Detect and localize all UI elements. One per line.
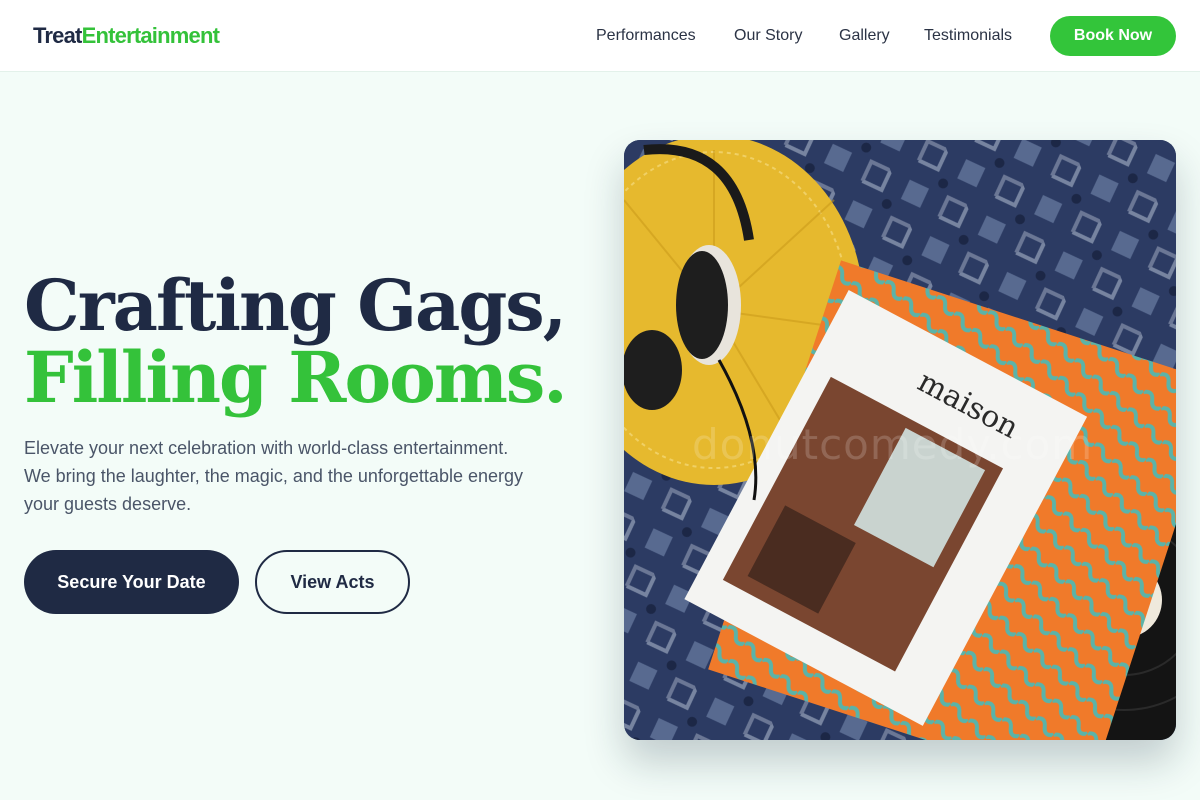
hero-title-line1: Crafting Gags,: [24, 264, 567, 347]
hero-image: maison donutcomedy.com: [624, 140, 1176, 740]
brand-name-part1: Treat: [33, 23, 82, 48]
nav-link-gallery[interactable]: Gallery: [839, 25, 890, 47]
book-now-button[interactable]: Book Now: [1050, 16, 1176, 56]
secure-your-date-button[interactable]: Secure Your Date: [24, 550, 239, 614]
hero-title-line2: Filling Rooms.: [24, 336, 568, 419]
brand-name-part2: Entertainment: [81, 23, 220, 48]
hero-title: Crafting Gags, Filling Rooms.: [24, 270, 584, 414]
view-acts-button[interactable]: View Acts: [255, 550, 410, 614]
brand-logo[interactable]: TreatEntertainment: [33, 22, 220, 50]
nav-link-testimonials[interactable]: Testimonials: [924, 25, 1012, 47]
nav-link-our-story[interactable]: Our Story: [734, 25, 802, 47]
nav-link-performances[interactable]: Performances: [596, 25, 696, 47]
site-header: TreatEntertainment Performances Our Stor…: [0, 0, 1200, 72]
hero-description: Elevate your next celebration with world…: [24, 438, 523, 514]
watermark: donutcomedy.com: [692, 420, 1094, 469]
